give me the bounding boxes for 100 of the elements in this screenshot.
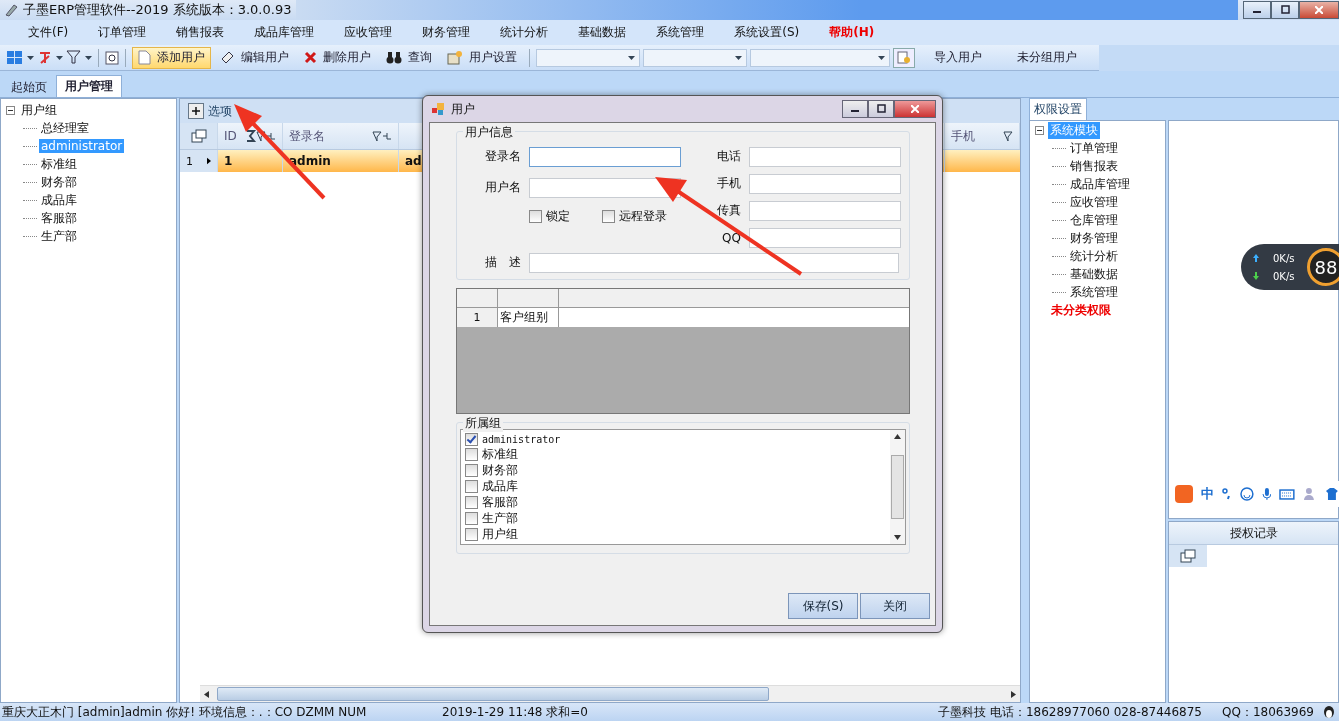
minimize-button[interactable] <box>1243 1 1271 19</box>
toolbar-button[interactable]: 查询 <box>380 46 438 69</box>
collapse-icon[interactable] <box>1035 125 1044 135</box>
tree-item[interactable]: 财务部 <box>39 173 79 191</box>
input-field[interactable] <box>749 146 901 167</box>
tree-item[interactable]: 成品库管理 <box>1068 175 1132 193</box>
windows-logo-icon[interactable] <box>6 49 24 66</box>
dialog-button[interactable]: 保存(S) <box>788 593 858 619</box>
tree-item[interactable]: 财务管理 <box>1068 229 1120 247</box>
menu-item[interactable]: 财务管理 <box>408 24 485 41</box>
tree-item[interactable]: 仓库管理 <box>1068 211 1120 229</box>
close-button[interactable] <box>894 100 936 118</box>
checkbox[interactable] <box>465 447 478 461</box>
input-mode[interactable]: 中 <box>1200 485 1214 503</box>
caret-icon[interactable] <box>27 55 34 60</box>
checkbox[interactable] <box>529 210 542 223</box>
input-field[interactable] <box>749 227 901 248</box>
menu-item[interactable]: 成品库管理 <box>240 24 329 41</box>
menu-item[interactable]: 订单管理 <box>84 24 161 41</box>
network-speed-widget[interactable]: 0K/s 0K/s 88 <box>1241 244 1339 290</box>
checkbox-label[interactable]: 标准组 <box>482 445 518 463</box>
checkbox[interactable] <box>465 479 478 493</box>
checkbox-label[interactable]: 客服部 <box>482 493 518 511</box>
checkbox-label[interactable]: 生产部 <box>482 509 518 527</box>
column-header[interactable]: 登录名 <box>289 127 325 145</box>
checkbox-label[interactable]: 财务部 <box>482 461 518 479</box>
checkbox[interactable] <box>465 527 478 541</box>
checkbox-label[interactable]: 远程登录 <box>619 208 667 225</box>
tab[interactable]: 起始页 <box>2 77 56 97</box>
keyboard-icon[interactable] <box>1279 488 1296 500</box>
tree-item[interactable]: 标准组 <box>39 155 79 173</box>
column-chooser-icon[interactable] <box>190 129 207 143</box>
filter-icon[interactable] <box>372 130 392 142</box>
menu-item[interactable]: 文件(F) <box>14 24 83 41</box>
toolbar-button[interactable]: 编辑用户 <box>214 46 295 69</box>
microphone-icon[interactable] <box>1261 487 1272 501</box>
maximize-button[interactable] <box>868 100 894 118</box>
tree-item[interactable]: 用户组 <box>19 101 59 119</box>
collapse-icon[interactable] <box>6 105 15 115</box>
input-field[interactable] <box>529 146 681 167</box>
options-label[interactable]: 选项 <box>208 102 232 120</box>
tree-item[interactable]: 应收管理 <box>1068 193 1120 211</box>
smiley-icon[interactable] <box>1239 487 1254 501</box>
menu-item[interactable]: 应收管理 <box>330 24 407 41</box>
menu-item[interactable]: 基础数据 <box>564 24 641 41</box>
tree-item[interactable]: 未分类权限 <box>1049 301 1113 319</box>
minimize-button[interactable] <box>842 100 868 118</box>
caret-icon[interactable] <box>85 55 92 60</box>
tree-item[interactable]: 总经理室 <box>39 119 91 137</box>
menu-item[interactable]: 系统设置(S) <box>720 24 814 41</box>
tree-item[interactable]: 成品库 <box>39 191 79 209</box>
caret-icon[interactable] <box>56 55 63 60</box>
input-field[interactable] <box>749 173 901 194</box>
checkbox[interactable] <box>465 495 478 509</box>
checkbox-label[interactable]: administrator <box>482 433 561 445</box>
checkbox-label[interactable]: 成品库 <box>482 477 518 495</box>
dialog-button[interactable]: 关闭 <box>860 593 930 619</box>
maximize-button[interactable] <box>1271 1 1299 19</box>
toolbar-button[interactable]: 删除用户 <box>298 46 377 69</box>
checkbox-label[interactable]: 用户组 <box>482 525 518 543</box>
checkbox[interactable] <box>465 432 478 446</box>
shirt-icon[interactable] <box>1325 487 1339 501</box>
toolbar-button[interactable]: 添加用户 <box>132 46 211 69</box>
tab[interactable]: 用户管理 <box>56 75 122 97</box>
sum-filter-icon[interactable] <box>246 130 276 142</box>
checkbox[interactable] <box>465 511 478 525</box>
input-field[interactable] <box>528 252 899 273</box>
add-button[interactable] <box>188 103 204 119</box>
tree-item[interactable]: 客服部 <box>39 209 79 227</box>
penguin-icon[interactable] <box>1322 705 1336 719</box>
horizontal-scrollbar[interactable] <box>200 685 1020 702</box>
checkbox[interactable] <box>465 463 478 477</box>
filter-icon[interactable] <box>66 49 82 66</box>
column-chooser-icon[interactable] <box>1180 549 1196 563</box>
tree-item[interactable]: 基础数据 <box>1068 265 1120 283</box>
menu-item[interactable]: 帮助(H) <box>815 24 889 41</box>
refresh-icon[interactable] <box>105 50 119 65</box>
punctuation-icon[interactable] <box>1221 488 1232 500</box>
tree-item[interactable]: 统计分析 <box>1068 247 1120 265</box>
toolbar-button[interactable]: 用户设置 <box>441 46 523 69</box>
scroll-down-icon[interactable] <box>894 535 901 540</box>
checkbox[interactable] <box>602 210 615 223</box>
close-button[interactable] <box>1299 1 1339 19</box>
tab[interactable]: 权限设置 <box>1029 98 1087 120</box>
input-field[interactable] <box>749 200 901 221</box>
toolbar-button[interactable]: 未分组用户 <box>1001 49 1093 66</box>
tree-item[interactable]: 系统管理 <box>1068 283 1120 301</box>
tree-item[interactable]: 订单管理 <box>1068 139 1120 157</box>
menu-item[interactable]: 销售报表 <box>162 24 239 41</box>
filter-icon[interactable] <box>1003 130 1013 142</box>
tree-item[interactable]: 生产部 <box>39 227 79 245</box>
tree-item[interactable]: 销售报表 <box>1068 157 1120 175</box>
column-header[interactable]: ID <box>224 129 237 143</box>
search-button[interactable] <box>893 47 915 68</box>
column-header[interactable]: 手机 <box>951 127 975 145</box>
vertical-scrollbar[interactable] <box>890 430 905 544</box>
scroll-up-icon[interactable] <box>894 434 901 439</box>
checkbox-label[interactable]: 锁定 <box>546 208 570 225</box>
menu-item[interactable]: 统计分析 <box>486 24 563 41</box>
toolbar-button[interactable]: 导入用户 <box>918 49 998 66</box>
